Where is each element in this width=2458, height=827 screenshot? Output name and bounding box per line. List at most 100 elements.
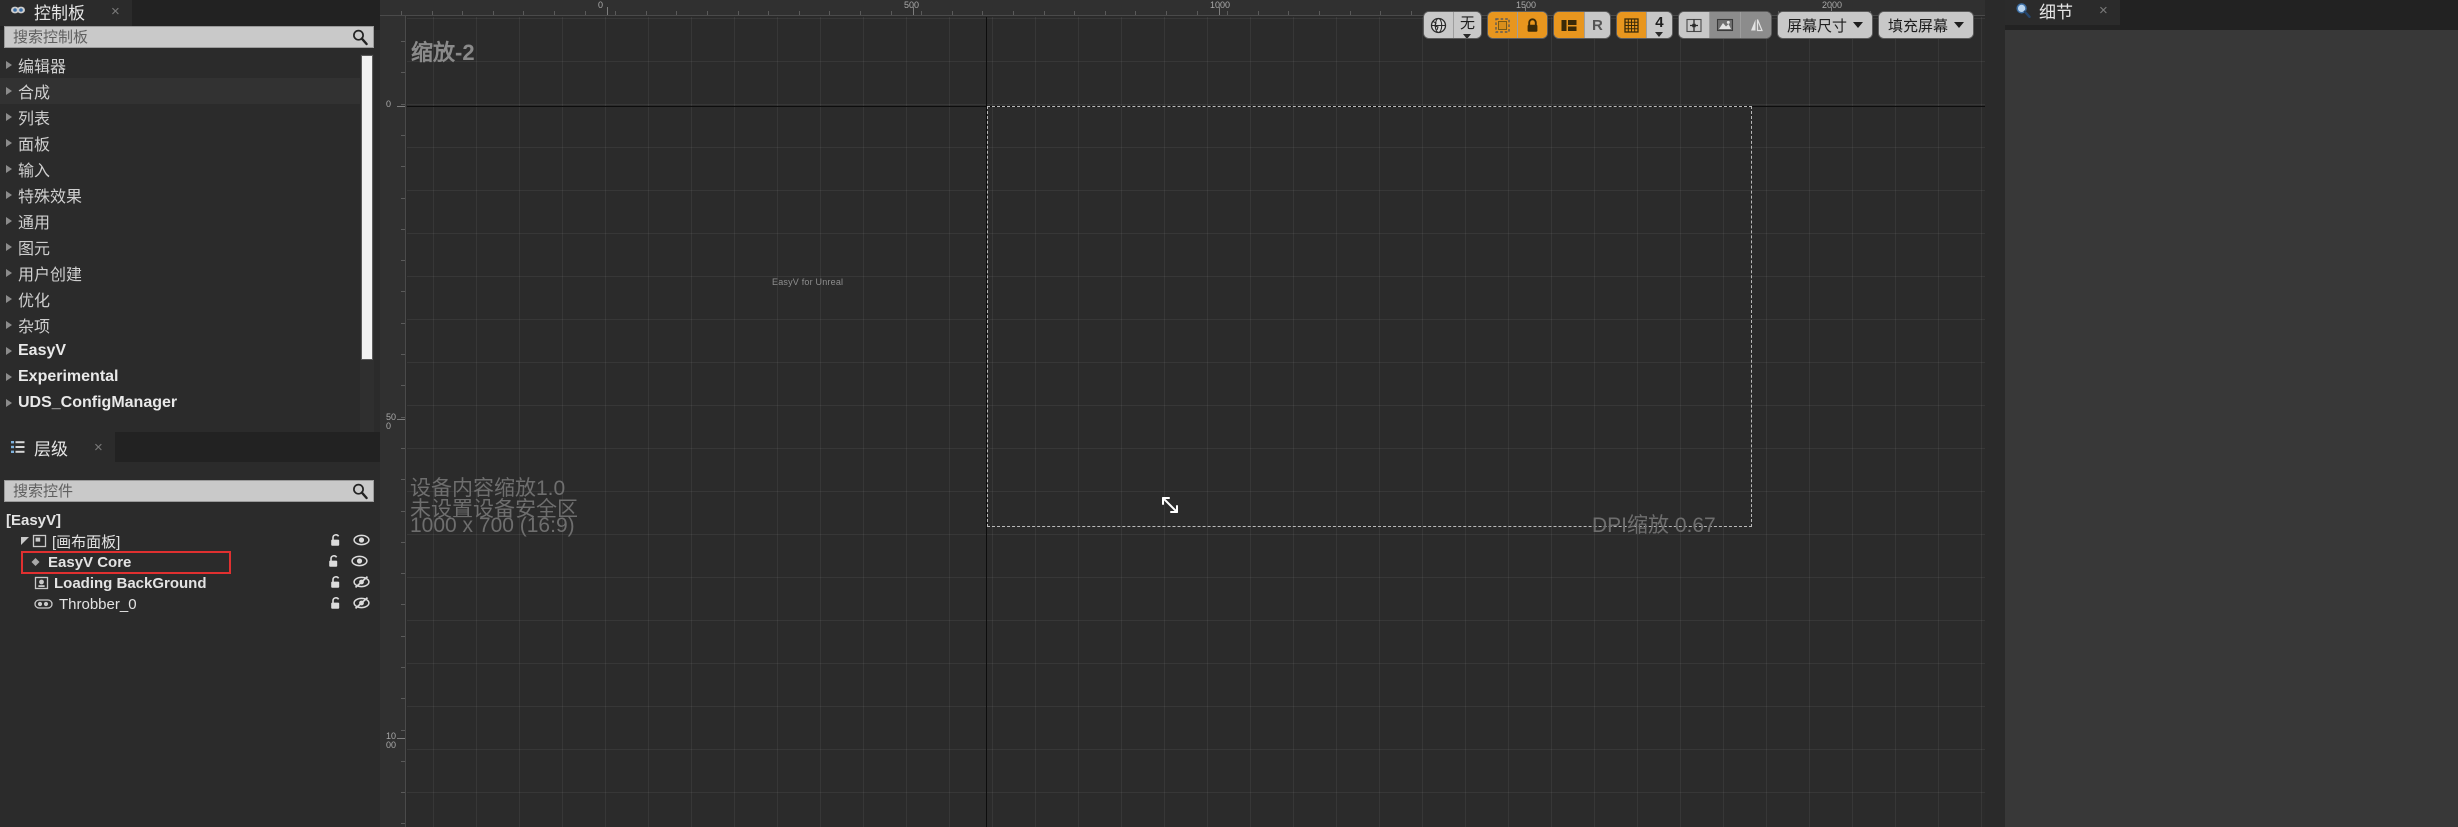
- unlock-icon[interactable]: [329, 575, 344, 593]
- chevron-right-icon[interactable]: [6, 269, 12, 277]
- expander-expanded-icon[interactable]: [20, 533, 32, 550]
- chevron-right-icon[interactable]: [6, 217, 12, 225]
- details-body[interactable]: [2005, 30, 2458, 827]
- hierarchy-search-box[interactable]: 搜索控件: [4, 480, 374, 502]
- hierarchy-icon: [10, 439, 26, 455]
- ruler-minor-tick: [462, 11, 463, 15]
- grid-size-dropdown[interactable]: 4: [1645, 12, 1672, 38]
- ruler-tick-label: 500: [904, 0, 920, 10]
- ruler-minor-tick: [401, 698, 405, 699]
- ruler-minor-tick: [1197, 11, 1198, 15]
- palette-category-row[interactable]: 用户创建: [0, 260, 368, 286]
- screen-size-dropdown[interactable]: 屏幕尺寸: [1777, 12, 1872, 38]
- chevron-right-icon[interactable]: [6, 61, 12, 69]
- palette-category-row[interactable]: 列表: [0, 104, 368, 130]
- globe-icon[interactable]: [1423, 12, 1453, 38]
- palette-category-row[interactable]: EasyV: [0, 338, 368, 364]
- widget-bounds-outline[interactable]: [987, 106, 1752, 527]
- ruler-tick: [1219, 7, 1220, 15]
- palette-category-row[interactable]: Experimental: [0, 364, 368, 390]
- chevron-down-icon: [1655, 31, 1664, 37]
- ruler-minor-tick: [1013, 11, 1014, 15]
- eye-visible-icon[interactable]: [351, 554, 368, 572]
- ruler-tick: [397, 419, 405, 420]
- palette-category-row[interactable]: 特殊效果: [0, 182, 368, 208]
- palette-category-label: 图元: [18, 241, 51, 258]
- chevron-right-icon[interactable]: [6, 295, 12, 303]
- transform-handles-icon[interactable]: [1678, 12, 1709, 38]
- respect-locks-toggle[interactable]: R: [1583, 12, 1610, 38]
- chevron-right-icon[interactable]: [6, 243, 12, 251]
- tab-hierarchy[interactable]: 层级 ×: [0, 432, 115, 462]
- hierarchy-node[interactable]: [画布面板]: [0, 531, 380, 552]
- palette-category-row[interactable]: 编辑器: [0, 52, 368, 78]
- layout-toggle-icon[interactable]: [1553, 12, 1584, 38]
- chevron-right-icon[interactable]: [6, 113, 12, 121]
- right-panel-column: 细节 ×: [1985, 0, 2458, 827]
- unlock-icon[interactable]: [329, 533, 344, 551]
- palette-category-row[interactable]: 合成: [0, 78, 368, 104]
- palette-category-row[interactable]: 优化: [0, 286, 368, 312]
- eye-hidden-icon[interactable]: [353, 596, 370, 614]
- unlock-icon[interactable]: [327, 554, 342, 572]
- toolbar-group-guides: [1678, 12, 1771, 38]
- palette-search-box[interactable]: 搜索控制板: [4, 26, 374, 48]
- designer-toolbar[interactable]: 无 R 4 屏幕尺寸 填充屏幕: [1423, 11, 1973, 39]
- localization-none-label: 无: [1459, 14, 1475, 32]
- chevron-right-icon[interactable]: [6, 191, 12, 199]
- chevron-right-icon[interactable]: [6, 87, 12, 95]
- details-tab-close-icon[interactable]: ×: [2099, 2, 2108, 19]
- ruler-minor-tick: [401, 417, 405, 418]
- outline-toggle-icon[interactable]: [1739, 12, 1771, 38]
- hierarchy-search-input[interactable]: 搜索控件: [13, 484, 351, 499]
- preview-image-icon[interactable]: [1708, 12, 1740, 38]
- eye-visible-icon[interactable]: [353, 533, 370, 551]
- ruler-minor-tick: [982, 11, 983, 15]
- lock-icon[interactable]: [1516, 12, 1547, 38]
- ruler-minor-tick: [401, 823, 405, 824]
- hierarchy-node[interactable]: Loading BackGround: [0, 573, 380, 594]
- ruler-tick-label: 0: [598, 0, 604, 10]
- chevron-right-icon[interactable]: [6, 139, 12, 147]
- palette-scrollbar-thumb[interactable]: [361, 55, 373, 360]
- hierarchy-node[interactable]: [EasyV]: [0, 510, 380, 531]
- eye-hidden-icon[interactable]: [353, 575, 370, 593]
- chevron-right-icon[interactable]: [6, 321, 12, 329]
- palette-category-row[interactable]: UDS_ConfigManager: [0, 390, 368, 416]
- palette-category-row[interactable]: 通用: [0, 208, 368, 234]
- chevron-right-icon[interactable]: [6, 399, 12, 407]
- chevron-right-icon[interactable]: [6, 373, 12, 381]
- design-canvas[interactable]: EasyV for Unreal 缩放-2 设备内容缩放1.0 未设置设备安全区…: [407, 17, 1985, 827]
- fill-screen-dropdown[interactable]: 填充屏幕: [1878, 12, 1973, 38]
- palette-category-row[interactable]: 面板: [0, 130, 368, 156]
- localization-none-dropdown[interactable]: 无: [1452, 12, 1481, 38]
- palette-search-input[interactable]: 搜索控制板: [13, 30, 351, 45]
- palette-scrollbar[interactable]: [360, 54, 374, 432]
- ruler-minor-tick: [891, 11, 892, 15]
- chevron-right-icon[interactable]: [6, 165, 12, 173]
- tab-hierarchy-label: 层级: [34, 439, 68, 459]
- chevron-right-icon[interactable]: [6, 347, 12, 355]
- hierarchy-node[interactable]: Throbber_0: [0, 594, 380, 615]
- unlock-icon[interactable]: [329, 596, 344, 614]
- palette-category-list[interactable]: 编辑器 合成 列表 面板 输入 特殊效果 通用图元用户创建 优化 杂项 EasyV Experime…: [0, 52, 368, 432]
- designer-viewport[interactable]: 0 500 1000 1500 2000 0 500 1000 EasyV for Unre…: [380, 0, 1985, 827]
- tab-details[interactable]: 细节 ×: [2005, 0, 2120, 25]
- ruler-minor-tick: [401, 11, 402, 15]
- widget-hierarchy-tree[interactable]: [EasyV] [画布面板] EasyV Core Loading BackGroun…: [0, 510, 380, 615]
- palette-category-row[interactable]: 杂项: [0, 312, 368, 338]
- left-panel-column: 控制板 × 搜索控制板 编辑器 合成 列表 面板 输入 特殊效果 通用图元用户创建 优化 杂项 E…: [0, 0, 380, 827]
- hierarchy-node-selected[interactable]: EasyV Core: [21, 551, 368, 574]
- palette-tab-close-icon[interactable]: ×: [111, 3, 120, 20]
- search-icon: [351, 28, 369, 46]
- hierarchy-tab-close-icon[interactable]: ×: [94, 439, 103, 456]
- tab-palette[interactable]: 控制板 ×: [0, 0, 132, 26]
- palette-category-row[interactable]: 输入: [0, 156, 368, 182]
- palette-category-label: EasyV: [18, 342, 67, 359]
- palette-category-row[interactable]: 图元: [0, 234, 368, 260]
- ruler-minor-tick: [585, 11, 586, 15]
- grid-snap-icon[interactable]: [1616, 12, 1646, 38]
- ruler-minor-tick: [799, 11, 800, 15]
- dashed-outline-toggle[interactable]: [1487, 12, 1517, 38]
- ruler-minor-tick: [401, 604, 405, 605]
